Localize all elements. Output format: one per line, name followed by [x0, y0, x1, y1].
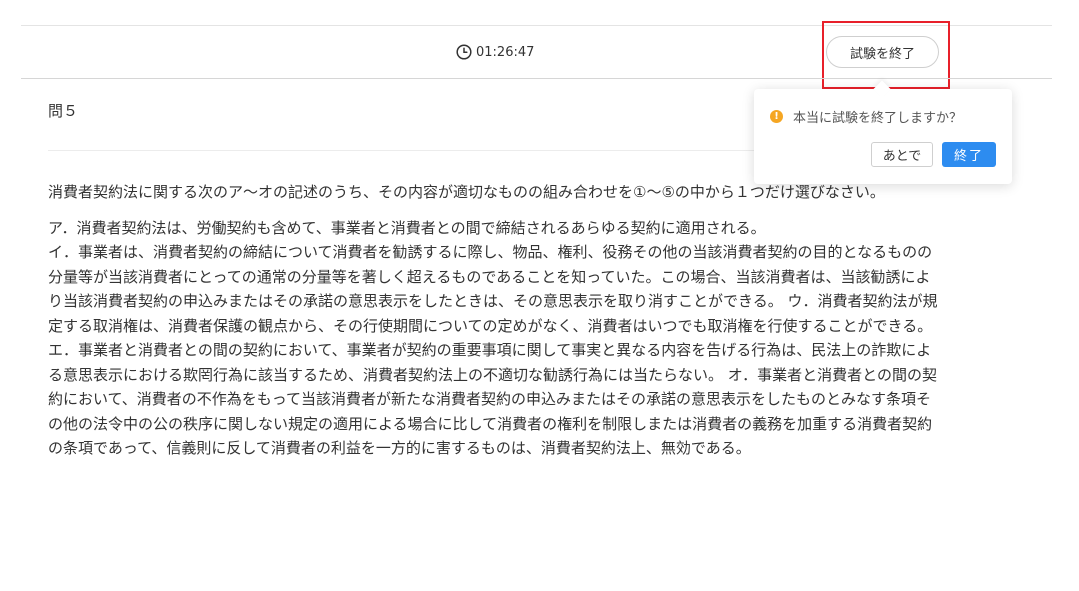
question-number: 問５ — [48, 102, 79, 120]
top-divider — [21, 25, 1052, 26]
timer-value: 01:26:47 — [476, 44, 535, 60]
popover-message: ! 本当に試験を終了しますか？ — [770, 107, 962, 126]
question-statement: イ．事業者は、消費者契約の締結について消費者を勧誘するに際し、物品、権利、役務そ… — [48, 243, 938, 457]
end-exam-button[interactable]: 試験を終了 — [826, 36, 939, 68]
timer: 01:26:47 — [456, 42, 534, 62]
header-divider — [21, 78, 1052, 79]
question-body: 消費者契約法に関する次のア～オの記述のうち、その内容が適切なものの組み合わせを①… — [48, 180, 938, 461]
warning-icon: ! — [770, 110, 783, 123]
popover-arrow — [873, 80, 891, 98]
confirm-popover: ! 本当に試験を終了しますか？ あとで 終了 — [754, 80, 1012, 184]
exam-page: 01:26:47 試験を終了 問５ 消費者契約法に関する次のア～オの記述のうち、… — [0, 0, 1079, 591]
clock-icon — [456, 44, 472, 60]
question-divider — [48, 150, 772, 151]
later-button[interactable]: あとで — [871, 142, 933, 167]
popover-message-text: 本当に試験を終了しますか？ — [793, 111, 963, 126]
question-statement: ア．消費者契約法は、労働契約も含めて、事業者と消費者との間で締結されるあらゆる契… — [48, 218, 766, 237]
confirm-end-button[interactable]: 終了 — [942, 142, 996, 167]
